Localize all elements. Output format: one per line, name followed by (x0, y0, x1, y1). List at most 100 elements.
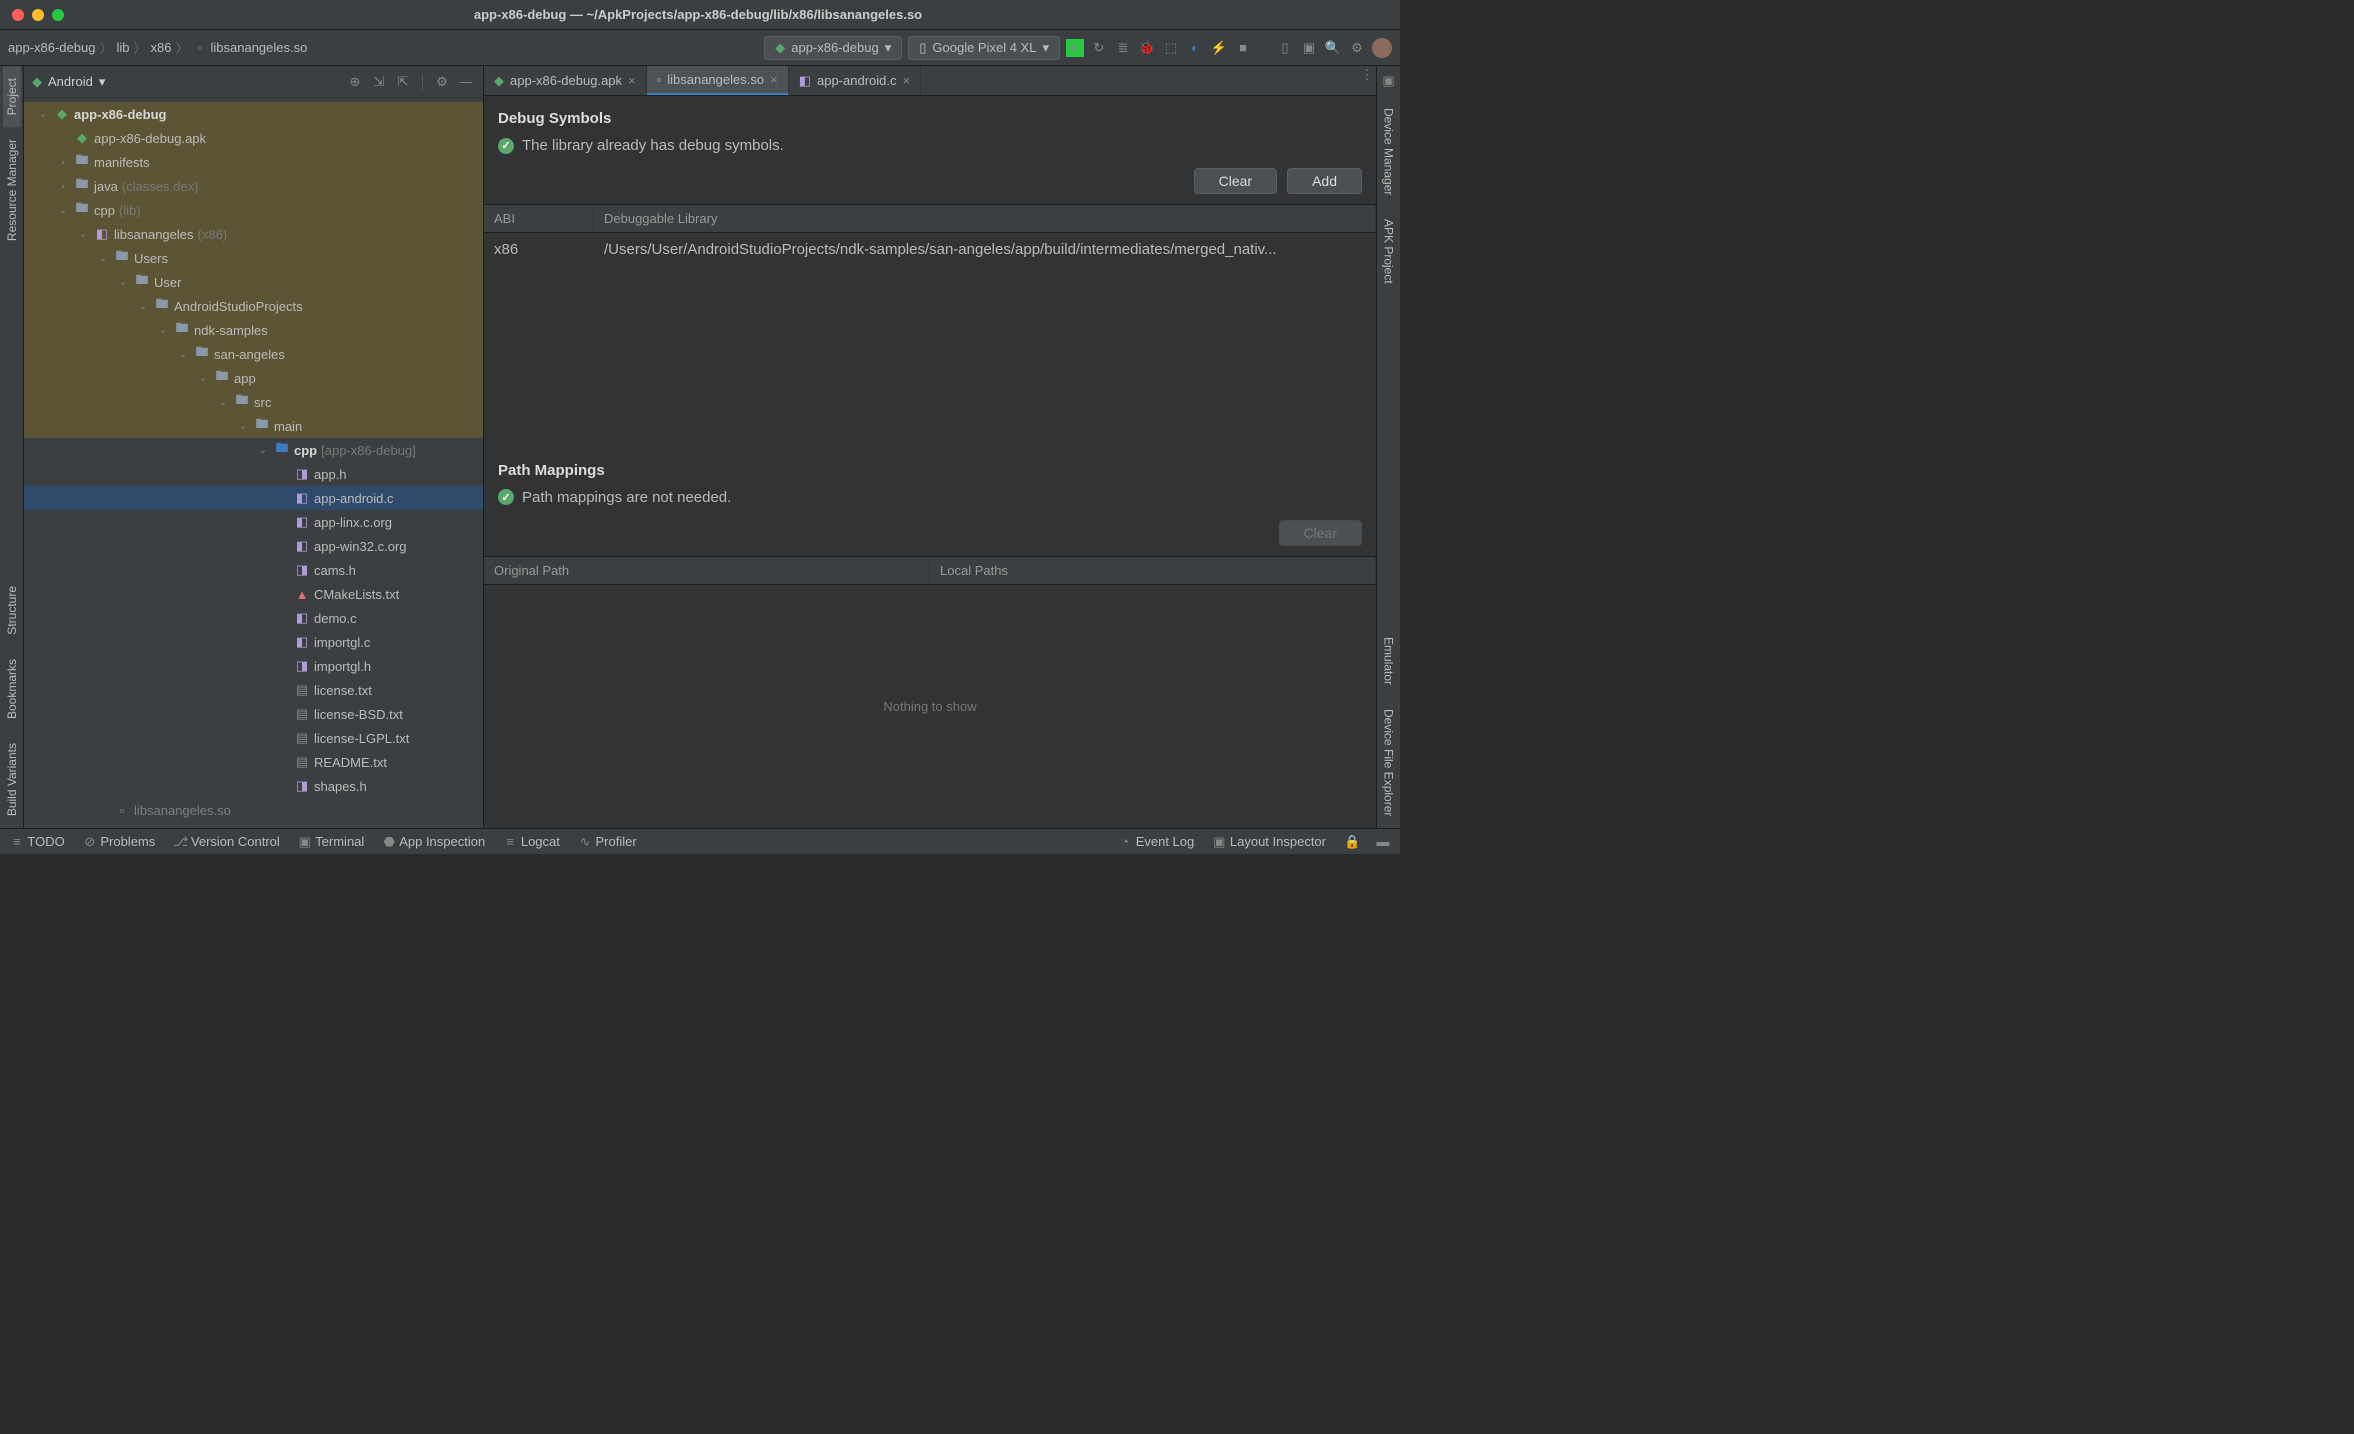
select-opened-file-button[interactable]: ⊕ (346, 73, 364, 91)
device-selector[interactable]: ▯ Google Pixel 4 XL ▾ (908, 36, 1060, 60)
breadcrumb-item[interactable]: x86 (151, 40, 172, 55)
notifications-icon[interactable]: ▣ (1380, 72, 1398, 90)
tree-node[interactable]: ›🖿manifests (24, 150, 483, 174)
tree-node[interactable]: ◧app-linx.c.org (24, 510, 483, 534)
maximize-window-button[interactable] (52, 9, 64, 21)
attach-debugger-button[interactable]: ◐ (1186, 39, 1204, 57)
expand-arrow-icon[interactable]: ⌄ (36, 109, 50, 120)
expand-arrow-icon[interactable]: ⌄ (176, 349, 190, 360)
tree-node[interactable]: ▤README.txt (24, 750, 483, 774)
settings-button[interactable]: ⚙ (1348, 39, 1366, 57)
tree-node[interactable]: ⌄🖿Users (24, 246, 483, 270)
user-avatar[interactable] (1372, 38, 1392, 58)
tree-node[interactable]: ⌄◧libsanangeles (x86) (24, 222, 483, 246)
tree-node[interactable]: ◧demo.c (24, 606, 483, 630)
minimize-window-button[interactable] (32, 9, 44, 21)
status-item-layout-inspector[interactable]: ▣ Layout Inspector (1212, 834, 1326, 850)
tree-node[interactable]: ◧app-win32.c.org (24, 534, 483, 558)
avd-manager-button[interactable]: ▯ (1276, 39, 1294, 57)
tree-node[interactable]: ⌄🖿cpp [app-x86-debug] (24, 438, 483, 462)
close-tab-icon[interactable]: × (770, 72, 778, 87)
apply-changes-button[interactable]: ⚡ (1210, 39, 1228, 57)
tree-node[interactable]: ⌄🖿cpp (lib) (24, 198, 483, 222)
coverage-button[interactable]: ≣ (1114, 39, 1132, 57)
expand-arrow-icon[interactable]: ⌄ (136, 301, 150, 312)
tree-node[interactable]: ⌄🖿src (24, 390, 483, 414)
tree-node[interactable]: ◨importgl.h (24, 654, 483, 678)
tree-node[interactable]: ⌄🖿app (24, 366, 483, 390)
close-tab-icon[interactable]: × (902, 73, 910, 88)
sidebar-tab-emulator[interactable]: Emulator (1380, 625, 1398, 697)
tree-node[interactable]: ▤license.txt (24, 678, 483, 702)
stop-button[interactable]: ■ (1234, 39, 1252, 57)
tree-node[interactable]: ◨app.h (24, 462, 483, 486)
add-debug-button[interactable]: Add (1287, 168, 1362, 194)
sidebar-tab-bookmarks[interactable]: Bookmarks (3, 647, 21, 731)
tree-node[interactable]: ◨shapes.h (24, 774, 483, 798)
tree-node[interactable]: ◧importgl.c (24, 630, 483, 654)
expand-arrow-icon[interactable]: ⌄ (56, 205, 70, 216)
expand-arrow-icon[interactable]: ⌄ (256, 445, 270, 456)
editor-more-button[interactable]: ⋮ (1358, 66, 1376, 84)
expand-arrow-icon[interactable]: ⌄ (216, 397, 230, 408)
run-config-selector[interactable]: ◆ app-x86-debug ▾ (764, 36, 902, 60)
hide-panel-button[interactable]: — (457, 73, 475, 91)
sidebar-tab-resource-manager[interactable]: Resource Manager (3, 127, 21, 253)
expand-all-button[interactable]: ⇲ (370, 73, 388, 91)
expand-arrow-icon[interactable]: ⌄ (116, 277, 130, 288)
rerun-button[interactable]: ↻ (1090, 39, 1108, 57)
sdk-manager-button[interactable]: ▣ (1300, 39, 1318, 57)
panel-settings-button[interactable]: ⚙ (433, 73, 451, 91)
expand-arrow-icon[interactable]: › (56, 157, 70, 168)
tree-node[interactable]: ⌄🖿User (24, 270, 483, 294)
status-item-todo[interactable]: ≡ TODO (10, 834, 65, 849)
status-item-event-log[interactable]: ◔ Event Log (1118, 834, 1194, 849)
run-button[interactable] (1066, 39, 1084, 57)
expand-arrow-icon[interactable]: ⌄ (196, 373, 210, 384)
tree-node[interactable]: ◨cams.h (24, 558, 483, 582)
status-item-logcat[interactable]: ≡ Logcat (503, 834, 560, 849)
tree-node[interactable]: ◧app-android.c (24, 486, 483, 510)
breadcrumb-item[interactable]: libsanangeles.so (211, 40, 308, 55)
close-window-button[interactable] (12, 9, 24, 21)
tree-node[interactable]: ▲CMakeLists.txt (24, 582, 483, 606)
clear-mappings-button[interactable]: Clear (1279, 520, 1362, 546)
breadcrumb-item[interactable]: lib (116, 40, 129, 55)
sidebar-tab-device-manager[interactable]: Device Manager (1380, 96, 1398, 207)
status-item-problems[interactable]: ⊘ Problems (83, 834, 156, 850)
status-item-terminal[interactable]: ▣ Terminal (298, 834, 365, 850)
profile-button[interactable]: ⬚ (1162, 39, 1180, 57)
tree-node[interactable]: ⌄🖿ndk-samples (24, 318, 483, 342)
close-tab-icon[interactable]: × (628, 73, 636, 88)
status-item-profiler[interactable]: ∿ Profiler (578, 834, 637, 850)
project-tree[interactable]: ⌄◆app-x86-debug◆app-x86-debug.apk›🖿manif… (24, 98, 483, 828)
status-lock-icon[interactable]: 🔒 (1344, 834, 1358, 850)
expand-arrow-icon[interactable]: › (56, 181, 70, 192)
breadcrumb-item[interactable]: app-x86-debug (8, 40, 95, 55)
tree-node[interactable]: ▤license-LGPL.txt (24, 726, 483, 750)
expand-arrow-icon[interactable]: ⌄ (76, 229, 90, 240)
debug-button[interactable]: 🐞 (1138, 39, 1156, 57)
project-view-selector[interactable]: ◆ Android ▾ (32, 74, 105, 90)
status-notification-icon[interactable]: ▬ (1376, 834, 1390, 849)
tree-node[interactable]: ▤license-BSD.txt (24, 702, 483, 726)
tree-node[interactable]: ›🖿java (classes.dex) (24, 174, 483, 198)
editor-tab[interactable]: ◆app-x86-debug.apk× (484, 66, 647, 95)
expand-arrow-icon[interactable]: ⌄ (156, 325, 170, 336)
editor-tab[interactable]: ◧app-android.c× (789, 66, 921, 95)
expand-arrow-icon[interactable]: ⌄ (236, 421, 250, 432)
status-item-app-inspection[interactable]: ⬣ App Inspection (382, 834, 485, 850)
breadcrumb[interactable]: app-x86-debug〉 lib〉 x86〉 ▫ libsanangeles… (8, 38, 307, 57)
tree-node[interactable]: ⌄🖿main (24, 414, 483, 438)
search-button[interactable]: 🔍 (1324, 39, 1342, 57)
debug-table-row[interactable]: x86 /Users/User/AndroidStudioProjects/nd… (484, 233, 1376, 267)
collapse-all-button[interactable]: ⇱ (394, 73, 412, 91)
editor-tab[interactable]: ▫libsanangeles.so× (647, 66, 789, 95)
tree-node[interactable]: ⌄◆app-x86-debug (24, 102, 483, 126)
status-item-vcs[interactable]: ⎇ Version Control (173, 834, 280, 850)
sidebar-tab-apk-project[interactable]: APK Project (1380, 207, 1398, 296)
sidebar-tab-device-file-explorer[interactable]: Device File Explorer (1380, 697, 1398, 828)
sidebar-tab-build-variants[interactable]: Build Variants (3, 731, 21, 828)
sidebar-tab-structure[interactable]: Structure (3, 574, 21, 647)
tree-node[interactable]: ⌄🖿san-angeles (24, 342, 483, 366)
